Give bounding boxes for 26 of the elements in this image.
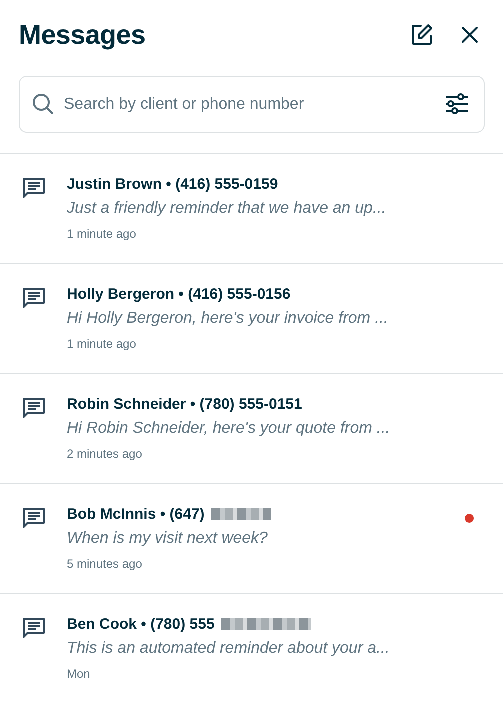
contact-name: Bob McInnis • (647) [67, 506, 205, 522]
contact-name: Ben Cook • (780) 555 [67, 616, 215, 632]
search-icon [31, 92, 55, 116]
message-preview: Hi Robin Schneider, here's your quote from ... [67, 420, 392, 438]
message-preview: When is my visit next week? [67, 530, 269, 548]
conversation-item[interactable]: Bob McInnis • (647) When is my visit next week? 5 minutes ago [0, 483, 503, 593]
close-icon [460, 25, 480, 45]
search-field[interactable]: Search by client or phone number [19, 76, 485, 133]
filter-icon [445, 93, 469, 115]
contact-name: Justin Brown • (416) 555-0159 [67, 176, 278, 192]
conversation-item[interactable]: Justin Brown • (416) 555-0159 Just a friendly reminder that we have an up... 1 minute ago [0, 153, 503, 263]
message-preview: Just a friendly reminder that we have an up... [67, 200, 388, 218]
message-time: 5 minutes ago [67, 557, 144, 571]
message-preview: This is an automated reminder about your a... [67, 640, 391, 658]
conversation-item[interactable]: Holly Bergeron • (416) 555-0156 Hi Holly Bergeron, here's your invoice from ... 1 minute ago [0, 263, 503, 373]
contact-name: Robin Schneider • (780) 555-0151 [67, 396, 302, 412]
message-time: Mon [67, 667, 92, 681]
contact-name: Holly Bergeron • (416) 555-0156 [67, 286, 291, 302]
message-time: 2 minutes ago [67, 447, 144, 461]
message-time: 1 minute ago [67, 227, 138, 241]
panel-title: Messages [19, 20, 147, 50]
message-time: 1 minute ago [67, 337, 138, 351]
message-preview: Hi Holly Bergeron, here's your invoice from ... [67, 310, 390, 328]
conversation-item[interactable]: Robin Schneider • (780) 555-0151 Hi Robin Schneider, here's your quote from ... 2 minutes ago [0, 373, 503, 483]
compose-icon [410, 23, 434, 47]
conversation-item[interactable]: Ben Cook • (780) 555 This is an automated reminder about your a... Mon [0, 593, 503, 703]
